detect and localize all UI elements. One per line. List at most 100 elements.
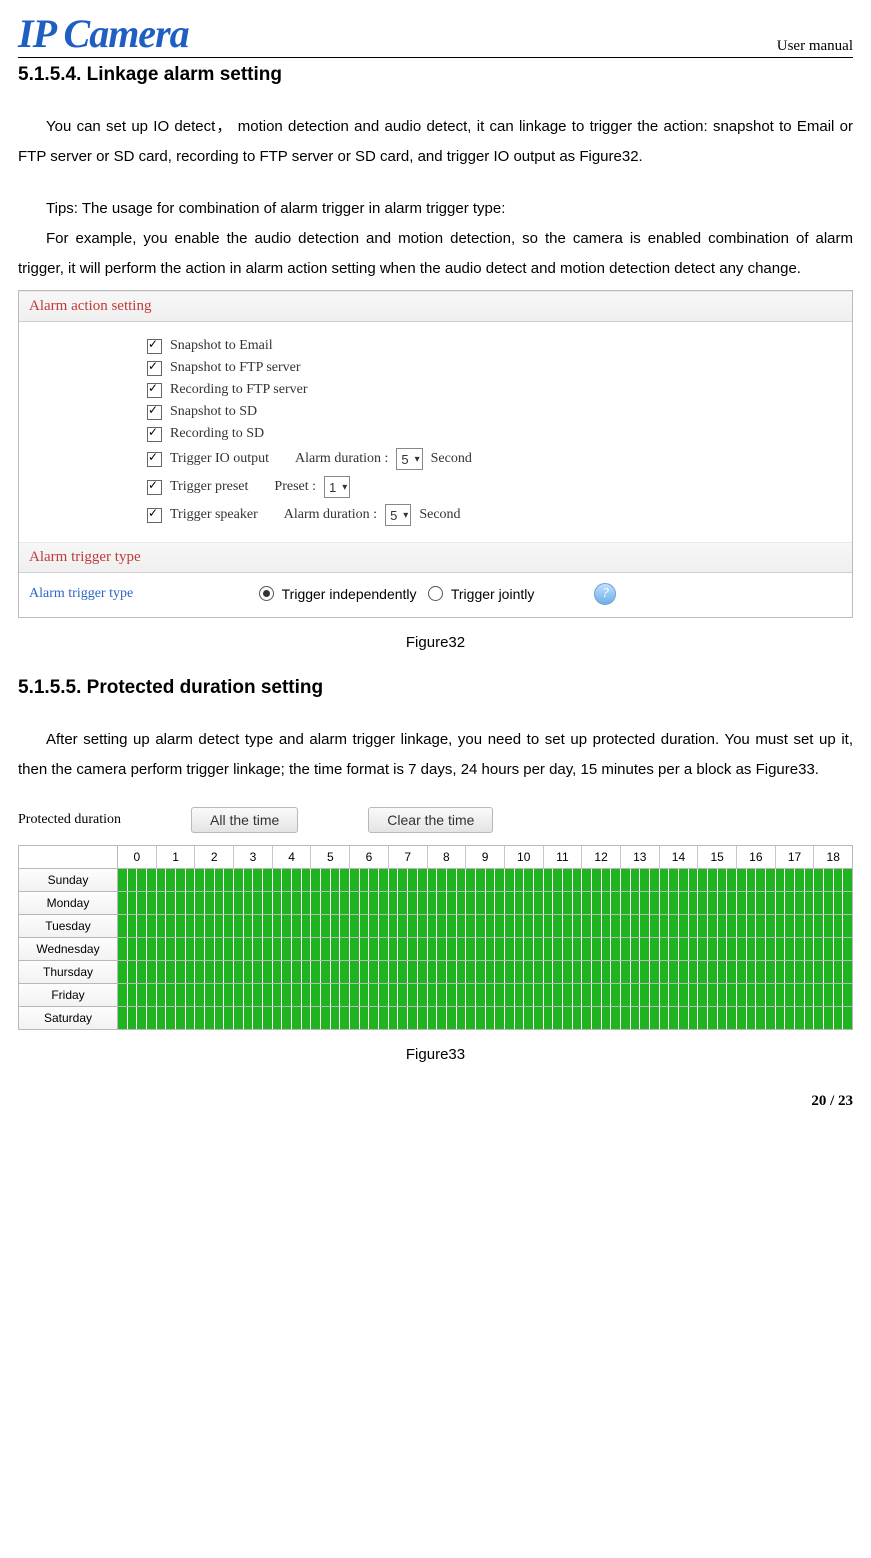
schedule-slot[interactable] xyxy=(620,1007,630,1029)
schedule-slot[interactable] xyxy=(765,1007,775,1029)
schedule-slot[interactable] xyxy=(427,915,437,937)
schedule-slot[interactable] xyxy=(504,1007,514,1029)
schedule-slot[interactable] xyxy=(639,961,649,983)
radio-trigger-jointly[interactable] xyxy=(428,586,443,601)
schedule-slot[interactable] xyxy=(156,1007,166,1029)
schedule-slot[interactable] xyxy=(601,938,611,960)
schedule-slot[interactable] xyxy=(252,938,262,960)
schedule-slot[interactable] xyxy=(281,961,291,983)
schedule-slot[interactable] xyxy=(659,869,669,891)
schedule-slot[interactable] xyxy=(330,892,340,914)
schedule-slot[interactable] xyxy=(388,984,398,1006)
schedule-slot[interactable] xyxy=(610,892,620,914)
schedule-slot[interactable] xyxy=(688,869,698,891)
schedule-slot[interactable] xyxy=(175,984,185,1006)
schedule-slot[interactable] xyxy=(456,984,466,1006)
schedule-slot[interactable] xyxy=(794,869,804,891)
schedule-slot[interactable] xyxy=(562,938,572,960)
schedule-slot[interactable] xyxy=(417,1007,427,1029)
schedule-slot[interactable] xyxy=(127,869,137,891)
schedule-slot[interactable] xyxy=(262,892,272,914)
schedule-slot[interactable] xyxy=(310,1007,320,1029)
schedule-slot[interactable] xyxy=(146,984,156,1006)
schedule-slot[interactable] xyxy=(446,915,456,937)
schedule-slot[interactable] xyxy=(678,1007,688,1029)
schedule-slot[interactable] xyxy=(784,984,794,1006)
schedule-slot[interactable] xyxy=(678,869,688,891)
schedule-slot[interactable] xyxy=(262,1007,272,1029)
schedule-slot[interactable] xyxy=(136,938,146,960)
schedule-slot[interactable] xyxy=(804,869,814,891)
schedule-slot[interactable] xyxy=(446,1007,456,1029)
schedule-slot[interactable] xyxy=(252,1007,262,1029)
schedule-slot[interactable] xyxy=(804,961,814,983)
schedule-slot[interactable] xyxy=(330,961,340,983)
schedule-slot[interactable] xyxy=(755,984,765,1006)
schedule-slot[interactable] xyxy=(417,938,427,960)
schedule-slot[interactable] xyxy=(765,869,775,891)
schedule-slot[interactable] xyxy=(678,938,688,960)
schedule-slot[interactable] xyxy=(359,1007,369,1029)
schedule-slot[interactable] xyxy=(552,961,562,983)
schedule-slot[interactable] xyxy=(842,892,852,914)
schedule-slot[interactable] xyxy=(475,961,485,983)
schedule-slot[interactable] xyxy=(494,938,504,960)
schedule-slot[interactable] xyxy=(659,915,669,937)
schedule-slot[interactable] xyxy=(214,961,224,983)
schedule-slot[interactable] xyxy=(523,938,533,960)
schedule-slot[interactable] xyxy=(349,961,359,983)
schedule-slot[interactable] xyxy=(368,938,378,960)
schedule-slot[interactable] xyxy=(310,892,320,914)
schedule-slot[interactable] xyxy=(697,938,707,960)
schedule-slot[interactable] xyxy=(688,915,698,937)
schedule-slot[interactable] xyxy=(118,869,127,891)
schedule-slot[interactable] xyxy=(446,892,456,914)
schedule-slot[interactable] xyxy=(243,915,253,937)
schedule-slot[interactable] xyxy=(262,961,272,983)
schedule-slot[interactable] xyxy=(707,915,717,937)
schedule-slot[interactable] xyxy=(775,961,785,983)
schedule-slot[interactable] xyxy=(823,961,833,983)
schedule-slot[interactable] xyxy=(175,892,185,914)
schedule-slot[interactable] xyxy=(378,869,388,891)
schedule-slot[interactable] xyxy=(146,869,156,891)
schedule-slot[interactable] xyxy=(581,984,591,1006)
schedule-slot[interactable] xyxy=(194,938,204,960)
schedule-slot[interactable] xyxy=(717,892,727,914)
checkbox-snapshot-ftp[interactable] xyxy=(147,361,162,376)
schedule-slot[interactable] xyxy=(813,984,823,1006)
schedule-slot[interactable] xyxy=(118,1007,127,1029)
schedule-slot[interactable] xyxy=(784,869,794,891)
schedule-slot[interactable] xyxy=(436,869,446,891)
schedule-slot[interactable] xyxy=(697,892,707,914)
schedule-slot[interactable] xyxy=(368,869,378,891)
schedule-slot[interactable] xyxy=(465,1007,475,1029)
schedule-slot[interactable] xyxy=(436,961,446,983)
help-icon[interactable]: ? xyxy=(594,583,616,605)
schedule-slot[interactable] xyxy=(301,961,311,983)
schedule-slot[interactable] xyxy=(456,1007,466,1029)
schedule-slot[interactable] xyxy=(591,938,601,960)
schedule-slot[interactable] xyxy=(804,1007,814,1029)
schedule-slot[interactable] xyxy=(233,961,243,983)
schedule-slot[interactable] xyxy=(252,869,262,891)
schedule-slot[interactable] xyxy=(233,915,243,937)
schedule-slot[interactable] xyxy=(185,1007,195,1029)
schedule-slot[interactable] xyxy=(842,915,852,937)
all-the-time-button[interactable]: All the time xyxy=(191,807,298,833)
schedule-slot[interactable] xyxy=(804,892,814,914)
checkbox-snapshot-email[interactable] xyxy=(147,339,162,354)
schedule-slot[interactable] xyxy=(649,869,659,891)
schedule-slot[interactable] xyxy=(620,892,630,914)
schedule-slot[interactable] xyxy=(610,915,620,937)
schedule-slot[interactable] xyxy=(320,938,330,960)
schedule-slot[interactable] xyxy=(707,938,717,960)
schedule-slot[interactable] xyxy=(214,1007,224,1029)
schedule-slot[interactable] xyxy=(436,892,446,914)
schedule-slot[interactable] xyxy=(630,984,640,1006)
schedule-slot[interactable] xyxy=(320,892,330,914)
schedule-slot[interactable] xyxy=(281,915,291,937)
schedule-slot[interactable] xyxy=(707,1007,717,1029)
schedule-slot[interactable] xyxy=(427,1007,437,1029)
schedule-slot[interactable] xyxy=(272,869,282,891)
